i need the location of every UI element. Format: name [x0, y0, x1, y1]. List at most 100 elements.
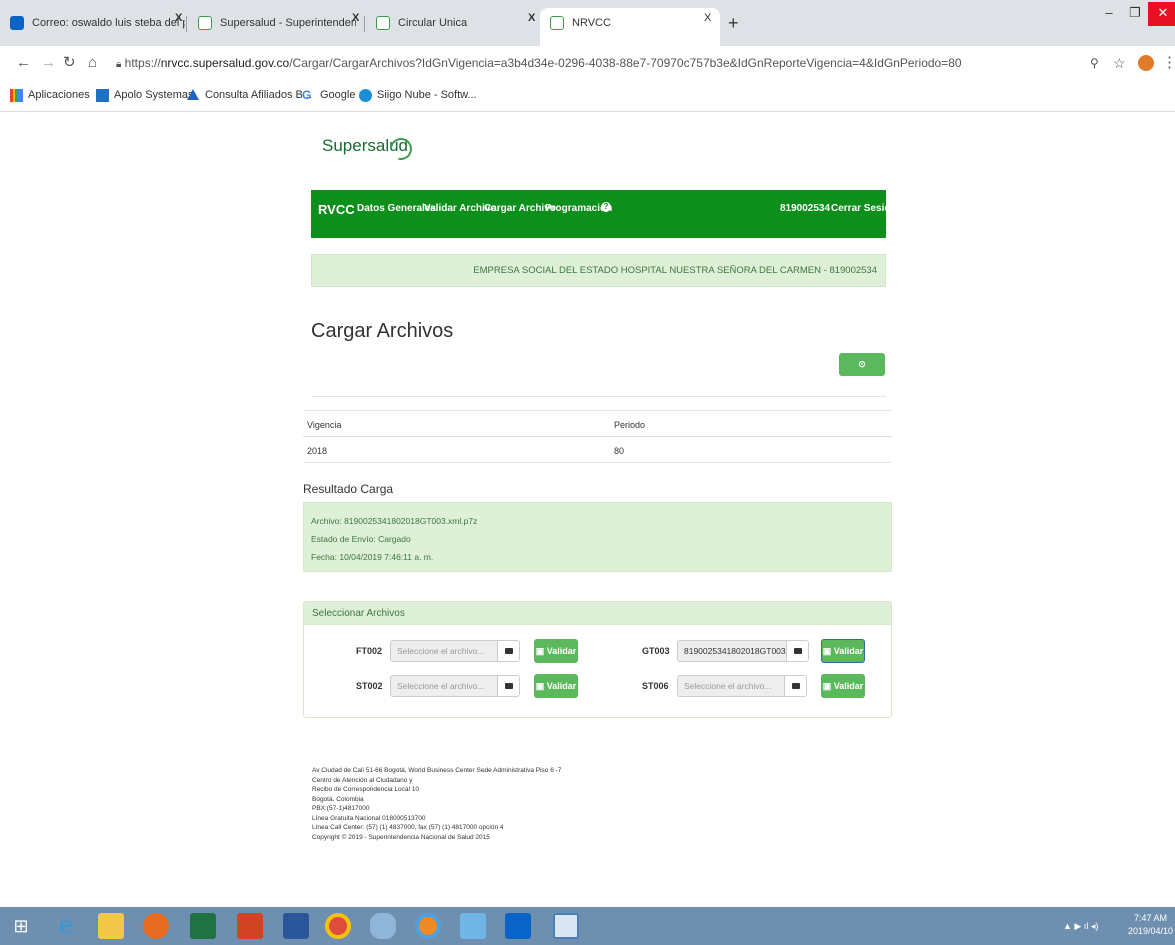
- browser-toolbar: ← → ↻ ⌂ 🔒︎ https://nrvcc.supersalud.gov.…: [0, 46, 1175, 82]
- folder-icon: [794, 648, 802, 654]
- table-cell-periodo: 80: [614, 446, 625, 456]
- bookmark-label: Google: [320, 89, 356, 101]
- logout-link[interactable]: Cerrar Sesión: [831, 203, 897, 214]
- browse-button-ft002[interactable]: [497, 640, 520, 662]
- table-bottom-border: [303, 462, 892, 463]
- validar-button-st002[interactable]: ▣ Validar: [534, 674, 578, 698]
- page-title: Cargar Archivos: [311, 320, 454, 342]
- siigo-icon: [359, 89, 372, 102]
- new-tab-button[interactable]: +: [728, 14, 739, 32]
- help-icon[interactable]: ?: [601, 202, 611, 212]
- bookmark-apps[interactable]: Aplicaciones: [10, 89, 90, 102]
- word-icon[interactable]: [283, 913, 309, 939]
- validar-button-ft002[interactable]: ▣ Validar: [534, 639, 578, 663]
- save-icon: ▣: [535, 681, 545, 691]
- powerpoint-icon[interactable]: [237, 913, 263, 939]
- tab-close-button[interactable]: X: [704, 12, 711, 24]
- bookmarks-bar: Aplicaciones Apolo Systemas Consulta Afi…: [0, 82, 1175, 112]
- bookmark-consulta[interactable]: Consulta Afiliados B...: [187, 89, 312, 101]
- reload-icon[interactable]: ↻: [63, 54, 76, 72]
- system-clock[interactable]: 7:47 AM 2019/04/10: [1128, 912, 1173, 938]
- file-input-st006[interactable]: Seleccione el archivo...: [677, 675, 785, 697]
- home-icon[interactable]: ⌂: [88, 54, 97, 72]
- file-explorer-icon[interactable]: [98, 913, 124, 939]
- validar-button-st006[interactable]: ▣ Validar: [821, 674, 865, 698]
- paint-icon[interactable]: [370, 913, 396, 939]
- close-window-icon[interactable]: ✕: [1148, 2, 1175, 26]
- file-label-st002: ST002: [356, 681, 383, 691]
- clock-time: 7:47 AM: [1134, 913, 1168, 923]
- save-icon: ▣: [822, 681, 832, 691]
- footer-line: Copyright © 2019 - Superintendencia Naci…: [312, 833, 490, 841]
- apps-grid-icon: [10, 89, 23, 102]
- tab-close-button[interactable]: X: [175, 12, 182, 24]
- bookmark-label: Consulta Afiliados B...: [205, 89, 313, 101]
- tab-supersalud[interactable]: Supersalud - Superintendencia N: [188, 8, 356, 46]
- tab-close-button[interactable]: X: [528, 12, 535, 24]
- table-cell-vigencia: 2018: [307, 446, 328, 456]
- file-input-ft002[interactable]: Seleccione el archivo...: [390, 640, 498, 662]
- apolo-icon: [96, 89, 109, 102]
- nav-user-id: 819002534: [780, 203, 831, 214]
- folder-icon: [505, 683, 513, 689]
- internet-explorer-icon[interactable]: e: [53, 913, 79, 939]
- file-input-st002[interactable]: Seleccione el archivo...: [390, 675, 498, 697]
- footer-line: PBX:(57-1)4817000: [312, 805, 370, 812]
- supersalud-icon: [198, 16, 212, 30]
- tab-circular-unica[interactable]: Circular Unica: [366, 8, 538, 46]
- footer-line: Línea Gratuita Nacional 018000513700: [312, 814, 426, 822]
- select-files-panel: Seleccionar Archivos FT002 Seleccione el…: [303, 601, 892, 718]
- browser-tab-strip: Correo: oswaldo luis steba del pc X Supe…: [0, 0, 1175, 46]
- entity-name: EMPRESA SOCIAL DEL ESTADO HOSPITAL NUEST…: [473, 265, 877, 276]
- browse-button-gt003[interactable]: [786, 640, 809, 662]
- browse-button-st006[interactable]: [784, 675, 807, 697]
- supersalud-icon: [550, 16, 564, 30]
- file-label-gt003: GT003: [642, 646, 670, 656]
- tab-title: NRVCC: [572, 17, 611, 29]
- panel-header: Seleccionar Archivos: [304, 602, 891, 625]
- app-book-icon[interactable]: [460, 913, 486, 939]
- nav-brand[interactable]: RVCC: [318, 202, 355, 217]
- bookmark-apolo[interactable]: Apolo Systemas: [96, 89, 193, 102]
- tray-icons[interactable]: ▲ ▶ ıl ◂): [1063, 921, 1098, 932]
- tab-title: Supersalud - Superintendencia N: [220, 17, 356, 29]
- avatar[interactable]: [1138, 55, 1154, 71]
- triangle-icon: [187, 89, 199, 100]
- save-icon: ▣: [535, 646, 545, 656]
- outlook-taskbar-icon[interactable]: [505, 913, 531, 939]
- footer-line: Bogotá, Colombia: [312, 795, 364, 803]
- footer-line: Línea Call Center: (57) (1) 4837000, fax…: [312, 824, 504, 831]
- tab-correo[interactable]: Correo: oswaldo luis steba del pc: [0, 8, 185, 46]
- tab-close-button[interactable]: X: [352, 12, 359, 24]
- bookmark-star-icon[interactable]: ☆: [1113, 54, 1126, 72]
- zoom-icon[interactable]: ⚲: [1090, 54, 1099, 72]
- firefox-icon[interactable]: [143, 913, 169, 939]
- back-icon[interactable]: ←: [16, 54, 31, 72]
- publisher-icon[interactable]: [553, 913, 579, 939]
- address-bar[interactable]: 🔒︎ https://nrvcc.supersalud.gov.co/Carga…: [116, 52, 962, 76]
- outlook-icon: [10, 16, 24, 30]
- forward-icon[interactable]: →: [41, 54, 56, 72]
- table-header-border: [303, 436, 892, 437]
- tab-nrvcc[interactable]: NRVCC: [540, 8, 720, 46]
- clock-date: 2019/04/10: [1128, 926, 1174, 936]
- result-archivo: Archivo: 8190025341802018GT003.xml.p7z: [311, 516, 478, 526]
- excel-icon[interactable]: [190, 913, 216, 939]
- historial-button[interactable]: ⊙ Historial: [839, 353, 885, 392]
- bookmark-google[interactable]: G Google: [302, 89, 355, 101]
- menu-icon[interactable]: ⋮: [1162, 54, 1175, 72]
- browse-button-st002[interactable]: [497, 675, 520, 697]
- windows-start-icon[interactable]: ⊞: [8, 913, 34, 939]
- tab-separator: [186, 16, 187, 32]
- chrome-icon[interactable]: [325, 913, 351, 939]
- validar-button-gt003[interactable]: ▣ Validar: [821, 639, 865, 663]
- footer-line: Recibo de Correspondencia Local 10: [312, 786, 419, 793]
- supersalud-icon: [376, 16, 390, 30]
- app-circle-icon[interactable]: [415, 913, 441, 939]
- url-path: /Cargar/CargarArchivos?IdGnVigencia=a3b4…: [289, 56, 962, 70]
- bookmark-siigo[interactable]: Siigo Nube - Softw...: [359, 89, 477, 102]
- url-host: nrvcc.supersalud.gov.co: [160, 56, 290, 70]
- restore-icon[interactable]: ❐: [1120, 2, 1150, 26]
- file-input-gt003[interactable]: 8190025341802018GT003.xml: [677, 640, 787, 662]
- historial-label: Historial: [843, 382, 880, 392]
